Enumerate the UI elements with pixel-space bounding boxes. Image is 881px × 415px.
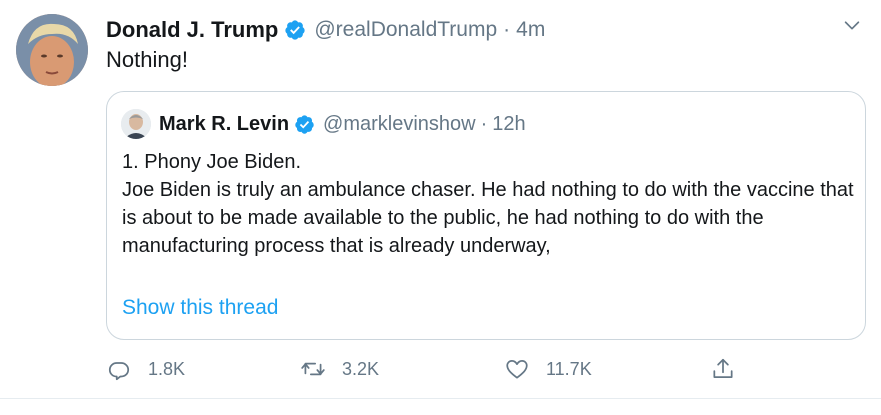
like-count: 11.7K bbox=[546, 358, 592, 379]
quoted-tweet[interactable]: Mark R. Levin @marklevinshow · 12h 1. Ph… bbox=[106, 91, 866, 340]
separator: · bbox=[480, 112, 488, 135]
author-name[interactable]: Donald J. Trump bbox=[106, 17, 278, 43]
author-handle[interactable]: @realDonaldTrump bbox=[314, 18, 497, 42]
chevron-down-icon[interactable] bbox=[841, 14, 863, 36]
quoted-tweet-header: Mark R. Levin @marklevinshow · 12h bbox=[121, 109, 526, 139]
quoted-tweet-text: 1. Phony Joe Biden. Joe Biden is truly a… bbox=[122, 151, 854, 257]
author-avatar[interactable] bbox=[16, 14, 88, 86]
verified-badge-icon bbox=[285, 20, 305, 40]
retweet-count: 3.2K bbox=[342, 358, 380, 379]
tweet-header: Donald J. Trump @realDonaldTrump · 4m bbox=[106, 16, 545, 44]
like-button[interactable]: 11.7K bbox=[504, 356, 592, 382]
retweet-icon bbox=[301, 362, 325, 376]
show-thread-link[interactable]: Show this thread bbox=[122, 296, 278, 320]
tweet-actions: 1.8K 3.2K 11.7K bbox=[106, 356, 766, 388]
heart-icon bbox=[506, 360, 528, 379]
retweet-button[interactable]: 3.2K bbox=[300, 356, 379, 382]
share-button[interactable] bbox=[710, 356, 736, 382]
tweet-timestamp[interactable]: 4m bbox=[516, 18, 545, 42]
reply-icon bbox=[108, 362, 130, 381]
quoted-author-name: Mark R. Levin bbox=[159, 112, 290, 135]
divider bbox=[0, 398, 881, 399]
separator: · bbox=[503, 18, 511, 41]
share-icon bbox=[713, 358, 733, 378]
tweet: Donald J. Trump @realDonaldTrump · 4m No… bbox=[0, 0, 881, 415]
tweet-text: Nothing! bbox=[106, 47, 188, 72]
quoted-author-avatar bbox=[121, 109, 151, 139]
quoted-author-handle: @marklevinshow bbox=[323, 112, 476, 135]
reply-count: 1.8K bbox=[148, 358, 186, 379]
verified-badge-icon bbox=[295, 114, 314, 134]
reply-button[interactable]: 1.8K bbox=[106, 356, 185, 382]
quoted-tweet-timestamp: 12h bbox=[492, 112, 526, 135]
